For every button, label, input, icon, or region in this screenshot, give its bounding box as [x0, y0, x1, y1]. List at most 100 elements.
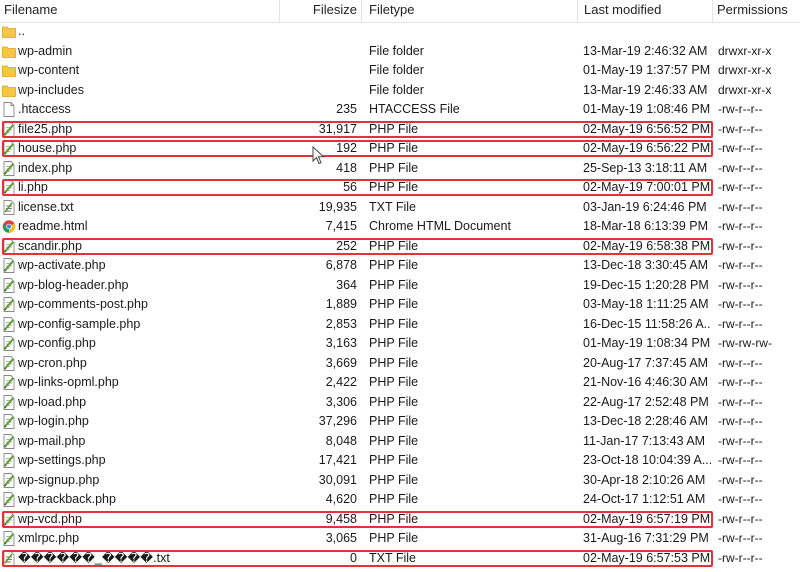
header-filetype[interactable]: Filetype [362, 0, 578, 22]
file-permissions: -rw-r--r-- [718, 199, 763, 214]
file-permissions: -rw-r--r-- [718, 258, 763, 272]
file-size [280, 61, 357, 81]
txt-file-icon [2, 199, 16, 215]
file-name: wp-links-opml.php [18, 375, 119, 389]
folder-icon [2, 83, 16, 98]
file-type: PHP File [369, 316, 419, 331]
file-type: PHP File [369, 121, 419, 136]
file-type: PHP File [369, 433, 419, 448]
file-modified: 03-Jan-19 6:24:46 PM [583, 199, 707, 214]
file-name: wp-includes [18, 82, 85, 97]
file-modified: 13-Mar-19 2:46:33 AM [583, 82, 708, 97]
file-size: 31,917 [318, 121, 357, 136]
file-modified: 18-Mar-18 6:13:39 PM [583, 219, 709, 233]
file-modified: 02-May-19 6:56:52 PM [583, 121, 711, 136]
file-row[interactable]: wp-links-opml.php 2,422 PHP File 21-Nov-16 … [0, 373, 800, 393]
file-row[interactable]: file25.php 31,917 PHP File 02-May-19 6:56:5… [0, 120, 800, 140]
file-modified: 02-May-19 6:57:53 PM [583, 550, 711, 565]
file-name: .htaccess [18, 102, 71, 116]
file-permissions: -rw-r--r-- [718, 414, 763, 428]
file-size: 4,620 [325, 492, 357, 506]
file-row[interactable]: ������_����.txt 0 TXT File 02-May-19 6:57:5… [0, 549, 800, 569]
header-permissions[interactable]: Permissions [713, 0, 800, 22]
folder-icon [2, 44, 16, 59]
php-file-icon [2, 492, 16, 507]
file-modified: 11-Jan-17 7:13:43 AM [583, 433, 706, 448]
file-name: house.php [18, 141, 77, 155]
file-name: wp-signup.php [18, 472, 100, 487]
file-row[interactable]: wp-load.php 3,306 PHP File 22-Aug-17 2:52:4… [0, 393, 800, 413]
file-permissions: -rw-r--r-- [718, 180, 763, 194]
file-permissions: -rw-r--r-- [718, 160, 763, 175]
file-size: 37,296 [318, 414, 357, 428]
file-row[interactable]: wp-signup.php 30,091 PHP File 30-Apr-18 2:1… [0, 471, 800, 491]
file-row[interactable]: wp-vcd.php 9,458 PHP File 02-May-19 6:57:19… [0, 510, 800, 530]
file-row[interactable]: readme.html 7,415 Chrome HTML Document 18-M… [0, 217, 800, 237]
file-type: PHP File [369, 238, 419, 253]
file-row[interactable]: wp-blog-header.php 364 PHP File 19-Dec-15 1… [0, 276, 800, 296]
file-list: .. wp-admin File folder 13-Mar-19 2:46:32 A… [0, 22, 800, 568]
php-file-icon [2, 414, 16, 429]
file-name: wp-admin [18, 43, 73, 58]
file-name: readme.html [18, 219, 88, 233]
file-row[interactable]: wp-config.php 3,163 PHP File 01-May-19 1:08… [0, 334, 800, 354]
file-row[interactable]: li.php 56 PHP File 02-May-19 7:00:01 PM -rw-… [0, 178, 800, 198]
file-row[interactable]: license.txt 19,935 TXT File 03-Jan-19 6:24:… [0, 198, 800, 218]
file-name: wp-activate.php [18, 258, 106, 272]
mouse-cursor-icon [312, 146, 325, 165]
file-row[interactable]: wp-comments-post.php 1,889 PHP File 03-May-… [0, 295, 800, 315]
file-permissions: drwxr-xr-x [718, 43, 772, 58]
file-row[interactable]: wp-mail.php 8,048 PHP File 11-Jan-17 7:13:4… [0, 432, 800, 452]
php-file-icon [2, 277, 16, 293]
file-type: HTACCESS File [369, 102, 460, 116]
file-modified [583, 22, 711, 42]
php-file-icon [2, 511, 16, 527]
file-row[interactable]: wp-settings.php 17,421 PHP File 23-Oct-18 1… [0, 451, 800, 471]
php-file-icon [2, 394, 16, 410]
php-file-icon [2, 238, 16, 254]
folder-icon [2, 63, 16, 78]
file-size: 2,853 [325, 316, 357, 331]
php-file-icon [2, 121, 16, 137]
file-row[interactable]: .htaccess 235 HTACCESS File 01-May-19 1:08:… [0, 100, 800, 120]
file-size: 1,889 [325, 297, 357, 311]
header-last-modified[interactable]: Last modified [578, 0, 713, 22]
file-row[interactable]: wp-cron.php 3,669 PHP File 20-Aug-17 7:37:4… [0, 354, 800, 374]
header-filename[interactable]: Filename [0, 0, 280, 22]
file-type [369, 22, 574, 42]
file-row[interactable]: scandir.php 252 PHP File 02-May-19 6:58:38 … [0, 237, 800, 257]
file-row[interactable]: wp-activate.php 6,878 PHP File 13-Dec-18 3:… [0, 256, 800, 276]
header-filesize[interactable]: Filesize [280, 0, 362, 22]
file-row[interactable]: wp-includes File folder 13-Mar-19 2:46:33 … [0, 81, 800, 101]
file-modified: 02-May-19 6:57:19 PM [583, 511, 711, 526]
file-type: File folder [369, 82, 424, 97]
file-row[interactable]: xmlrpc.php 3,065 PHP File 31-Aug-16 7:31:29… [0, 529, 800, 549]
file-modified: 24-Oct-17 1:12:51 AM [583, 492, 706, 506]
chrome-icon [2, 219, 16, 234]
file-row[interactable]: index.php 418 PHP File 25-Sep-13 3:18:11 AM… [0, 159, 800, 179]
file-permissions: -rw-r--r-- [718, 375, 763, 389]
file-row[interactable]: house.php 192 PHP File 02-May-19 6:56:22 PM… [0, 139, 800, 159]
file-type: PHP File [369, 414, 419, 428]
file-name: wp-config.php [18, 336, 96, 350]
file-row[interactable]: wp-admin File folder 13-Mar-19 2:46:32 AM d… [0, 42, 800, 62]
file-type: PHP File [369, 531, 419, 545]
file-modified: 13-Dec-18 2:28:46 AM [583, 414, 709, 428]
file-row[interactable]: wp-config-sample.php 2,853 PHP File 16-Dec-… [0, 315, 800, 335]
file-row[interactable]: wp-login.php 37,296 PHP File 13-Dec-18 2:28… [0, 412, 800, 432]
file-type: PHP File [369, 394, 419, 409]
file-permissions: -rw-r--r-- [718, 472, 763, 487]
file-name: wp-comments-post.php [18, 297, 148, 311]
file-permissions: -rw-r--r-- [718, 394, 763, 409]
file-size: 3,065 [325, 531, 357, 545]
file-type: PHP File [369, 492, 419, 506]
php-file-icon [2, 472, 16, 488]
file-row[interactable]: wp-content File folder 01-May-19 1:37:57 P… [0, 61, 800, 81]
file-permissions: -rw-r--r-- [718, 102, 763, 116]
file-type: PHP File [369, 453, 419, 467]
file-row[interactable]: wp-trackback.php 4,620 PHP File 24-Oct-17 1… [0, 490, 800, 510]
file-modified: 30-Apr-18 2:10:26 AM [583, 472, 706, 487]
file-row[interactable]: .. [0, 22, 800, 42]
file-name: wp-cron.php [18, 355, 87, 370]
file-modified: 02-May-19 6:56:22 PM [583, 141, 711, 155]
